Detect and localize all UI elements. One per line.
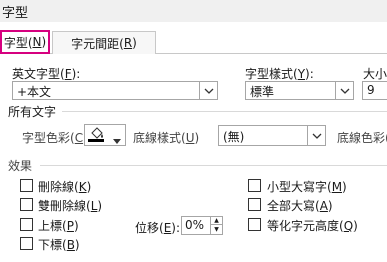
underline-color-label: 底線色彩( xyxy=(337,131,387,145)
tab-font-label: 字型( xyxy=(3,35,33,50)
tab-font-label-suffix: ) xyxy=(41,35,47,49)
strikethrough-label: 刪除線(K) xyxy=(38,180,92,194)
underline-style-label: 底線樣式(U) xyxy=(133,131,200,145)
chevron-down-icon[interactable] xyxy=(335,82,353,99)
size-value: 9 xyxy=(367,83,375,97)
double-strikethrough-label: 雙刪除線(L) xyxy=(38,199,103,213)
font-color-swatch xyxy=(88,139,104,142)
spin-down-icon[interactable]: ▼ xyxy=(211,225,222,233)
offset-spinner[interactable]: 0% ▲ ▼ xyxy=(181,216,223,235)
tab-character-spacing[interactable]: 字元間距(R) xyxy=(52,31,156,54)
all-text-divider xyxy=(62,111,387,112)
subscript-label: 下標(B) xyxy=(38,238,80,252)
all-caps-checkbox[interactable] xyxy=(248,198,261,211)
paint-bucket-icon xyxy=(88,127,106,146)
dialog-title-bar: 字型 xyxy=(0,0,387,22)
underline-style-dropdown[interactable]: (無) xyxy=(218,125,326,146)
superscript-label: 上標(P) xyxy=(38,219,79,233)
tab-spacing-accesskey: R xyxy=(123,36,133,50)
superscript-checkbox[interactable] xyxy=(20,218,33,231)
equalize-height-checkbox[interactable] xyxy=(248,218,261,231)
all-caps-label: 全部大寫(A) xyxy=(267,199,333,213)
latin-font-dropdown[interactable]: +本文 xyxy=(12,81,218,100)
effects-divider xyxy=(40,165,387,166)
font-color-picker[interactable] xyxy=(84,124,126,146)
size-label: 大小 xyxy=(363,67,387,81)
font-style-label: 字型樣式(Y): xyxy=(245,67,314,81)
font-color-label: 字型色彩(C) xyxy=(22,131,88,145)
size-dropdown[interactable]: 9 xyxy=(362,81,387,100)
font-style-value: 標準 xyxy=(250,85,275,99)
subscript-checkbox[interactable] xyxy=(20,237,33,250)
tab-font-accesskey: N xyxy=(32,35,42,49)
latin-font-value: +本文 xyxy=(17,85,52,99)
font-style-dropdown[interactable]: 標準 xyxy=(245,81,354,100)
chevron-down-icon[interactable] xyxy=(307,126,325,145)
strikethrough-checkbox[interactable] xyxy=(20,179,33,192)
spin-up-icon[interactable]: ▲ xyxy=(211,217,222,225)
offset-label: 位移(E): xyxy=(135,221,181,235)
spinner-buttons[interactable]: ▲ ▼ xyxy=(210,217,222,234)
equalize-height-label: 等化字元高度(Q) xyxy=(267,219,358,233)
double-strikethrough-checkbox[interactable] xyxy=(20,198,33,211)
offset-value: 0% xyxy=(185,218,205,232)
underline-style-value: (無) xyxy=(223,130,245,144)
tab-spacing-label-suffix: ) xyxy=(132,36,137,50)
effects-heading: 效果 xyxy=(8,159,33,173)
latin-font-label: 英文字型(F): xyxy=(12,67,81,81)
all-text-heading: 所有文字 xyxy=(8,105,57,119)
chevron-down-icon[interactable] xyxy=(199,82,217,99)
caret-down-icon xyxy=(113,133,121,147)
tab-spacing-label: 字元間距( xyxy=(71,36,124,51)
dialog-title: 字型 xyxy=(2,6,29,21)
small-caps-checkbox[interactable] xyxy=(248,179,261,192)
small-caps-label: 小型大寫字(M) xyxy=(267,180,347,194)
tab-font[interactable]: 字型(N) xyxy=(0,30,50,54)
